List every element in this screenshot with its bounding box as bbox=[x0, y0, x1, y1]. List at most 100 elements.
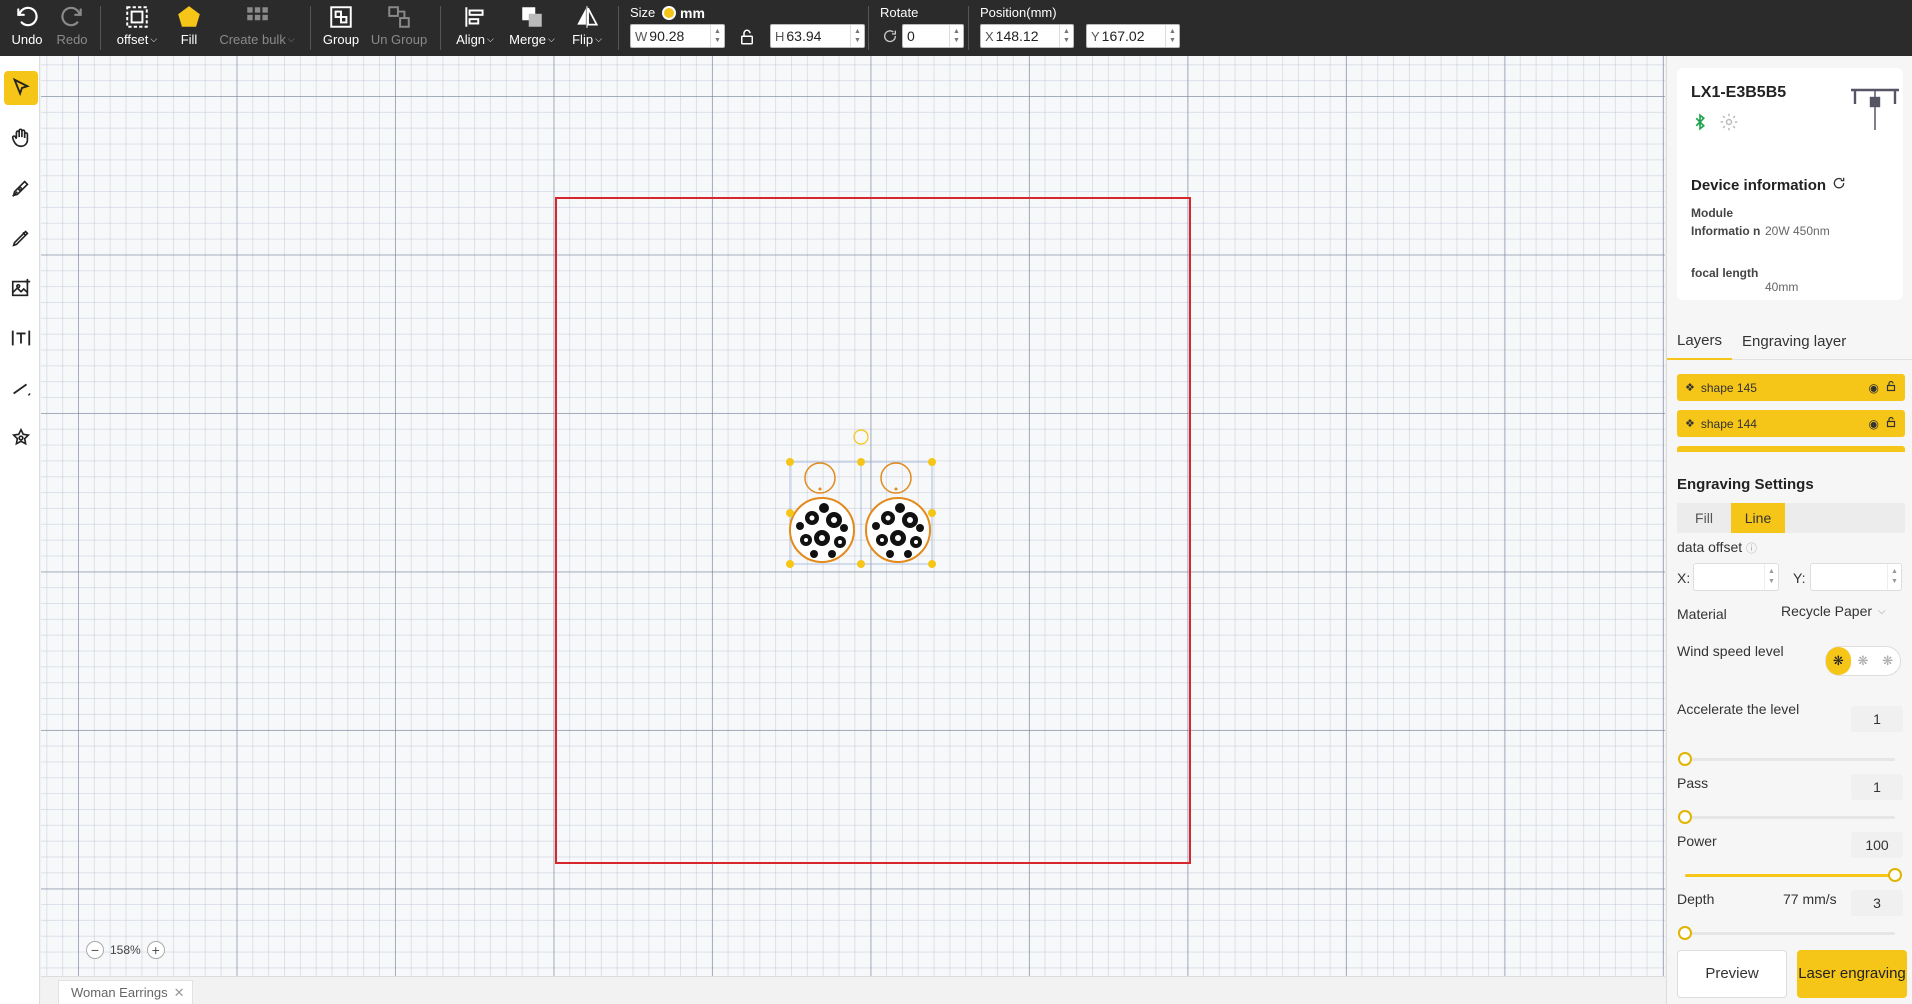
image-add-icon bbox=[11, 278, 31, 297]
depth-value[interactable]: 3 bbox=[1851, 890, 1903, 916]
close-icon[interactable]: ✕ bbox=[174, 985, 185, 1001]
unit-toggle[interactable]: mm bbox=[662, 5, 705, 21]
laser-machine-icon bbox=[1849, 84, 1901, 137]
fan-medium-icon[interactable]: ❋ bbox=[1851, 647, 1876, 675]
tab-layers[interactable]: Layers bbox=[1667, 324, 1733, 360]
fan-low-icon[interactable]: ❋ bbox=[1875, 647, 1900, 675]
merge-label: Merge bbox=[509, 32, 547, 47]
bluetooth-icon[interactable] bbox=[1691, 112, 1709, 137]
mode-tabs: Fill Line bbox=[1677, 503, 1905, 533]
wind-speed-label: Wind speed level bbox=[1677, 643, 1784, 659]
chevron-down-icon: ⌵ bbox=[150, 34, 158, 44]
text-tool[interactable] bbox=[4, 321, 38, 355]
refresh-icon[interactable] bbox=[1832, 176, 1846, 194]
hand-tool[interactable] bbox=[4, 121, 38, 155]
material-select[interactable]: Recycle Paper ⌵ bbox=[1781, 603, 1886, 619]
stepper-icon[interactable]: ▲ ▼ bbox=[710, 25, 724, 47]
pencil-tool[interactable] bbox=[4, 221, 38, 255]
accelerate-label: Accelerate the level bbox=[1677, 701, 1800, 717]
mode-fill-tab[interactable]: Fill bbox=[1677, 503, 1731, 533]
stepper-icon[interactable]: ▲ ▼ bbox=[949, 25, 963, 47]
stepper-icon[interactable]: ▲ ▼ bbox=[1887, 564, 1901, 590]
laser-engraving-button[interactable]: Laser engraving bbox=[1797, 950, 1907, 998]
position-y-input[interactable]: Y 167.02 ▲ ▼ bbox=[1086, 24, 1180, 48]
accelerate-slider[interactable] bbox=[1678, 752, 1895, 766]
stepper-icon[interactable]: ▲ ▼ bbox=[850, 25, 864, 47]
lock-icon[interactable] bbox=[1885, 416, 1897, 431]
group-icon bbox=[330, 6, 352, 28]
preview-button[interactable]: Preview bbox=[1677, 950, 1787, 998]
height-input[interactable]: H 63.94 ▲ ▼ bbox=[770, 24, 865, 48]
stepper-icon[interactable]: ▲ ▼ bbox=[1059, 25, 1073, 47]
power-value[interactable]: 100 bbox=[1851, 832, 1903, 858]
slider-handle[interactable] bbox=[1888, 868, 1902, 882]
fan-high-icon[interactable]: ❋ bbox=[1826, 647, 1851, 675]
module-info-label: Module Informatio n bbox=[1691, 206, 1761, 238]
line-tool[interactable] bbox=[4, 371, 38, 405]
offset-x-input[interactable]: ▲ ▼ bbox=[1693, 563, 1779, 591]
create-bulk-button[interactable]: Create bulk ⌵ bbox=[216, 4, 298, 52]
file-tab[interactable]: Woman Earrings ✕ bbox=[58, 980, 194, 1004]
zoom-out-button[interactable]: − bbox=[86, 941, 104, 959]
top-toolbar: Undo Redo offset ⌵ Fill Create bulk ⌵ Grou… bbox=[0, 0, 1912, 56]
pass-value[interactable]: 1 bbox=[1851, 774, 1903, 800]
depth-slider[interactable] bbox=[1678, 926, 1895, 940]
position-x-input[interactable]: X 148.12 ▲ ▼ bbox=[980, 24, 1074, 48]
layer-row[interactable]: ❖ shape 144 ◉ bbox=[1677, 410, 1905, 437]
power-label: Power bbox=[1677, 833, 1717, 849]
offset-label: offset bbox=[116, 32, 149, 47]
zoom-in-button[interactable]: + bbox=[146, 941, 165, 959]
undo-label: Undo bbox=[11, 32, 43, 47]
accelerate-value[interactable]: 1 bbox=[1851, 706, 1903, 732]
aspect-lock-icon[interactable] bbox=[738, 28, 756, 51]
size-label: Size bbox=[630, 5, 656, 20]
eye-icon[interactable]: ◉ bbox=[1869, 381, 1879, 395]
stepper-icon[interactable]: ▲ ▼ bbox=[1165, 25, 1179, 47]
shapes-icon bbox=[11, 427, 31, 446]
offset-y-label: Y: bbox=[1793, 570, 1806, 586]
shape-tool[interactable] bbox=[4, 421, 38, 455]
redo-button[interactable]: Redo bbox=[54, 4, 90, 52]
slider-handle[interactable] bbox=[1678, 810, 1692, 824]
pass-slider[interactable] bbox=[1678, 810, 1895, 824]
mode-line-tab[interactable]: Line bbox=[1731, 503, 1785, 533]
offset-button[interactable]: offset ⌵ bbox=[112, 4, 162, 52]
power-slider[interactable] bbox=[1685, 868, 1902, 882]
eye-icon[interactable]: ◉ bbox=[1869, 417, 1879, 431]
line-icon bbox=[13, 383, 31, 396]
chevron-down-icon: ⌵ bbox=[487, 34, 494, 44]
fill-button[interactable]: Fill bbox=[174, 4, 204, 52]
pen-nib-icon bbox=[12, 180, 29, 197]
offset-x-label: X: bbox=[1677, 570, 1691, 586]
tab-engraving-layer[interactable]: Engraving layer bbox=[1732, 324, 1856, 360]
offset-y-input[interactable]: ▲ ▼ bbox=[1810, 563, 1902, 591]
layer-row[interactable]: ❖ shape 145 ◉ bbox=[1677, 374, 1905, 401]
material-label: Material bbox=[1677, 606, 1727, 622]
toolbar-divider bbox=[618, 6, 619, 50]
pen-tool[interactable] bbox=[4, 171, 38, 205]
slider-handle[interactable] bbox=[1678, 752, 1692, 766]
rotate-input[interactable]: 0 ▲ ▼ bbox=[902, 24, 964, 48]
image-tool[interactable] bbox=[4, 271, 38, 305]
selected-shapes[interactable] bbox=[782, 420, 942, 575]
speed-value: 77 mm/s bbox=[1783, 891, 1837, 907]
device-card: LX1-E3B5B5 Device information Module Inf… bbox=[1677, 68, 1903, 300]
slider-handle[interactable] bbox=[1678, 926, 1692, 940]
right-panel: LX1-E3B5B5 Device information Module Inf… bbox=[1666, 56, 1912, 1004]
gear-icon[interactable] bbox=[1719, 112, 1739, 137]
select-tool[interactable] bbox=[4, 71, 38, 105]
align-button[interactable]: Align ⌵ bbox=[452, 4, 498, 52]
chevron-down-icon: ⌵ bbox=[548, 34, 555, 44]
ungroup-button[interactable]: Un Group bbox=[370, 4, 428, 52]
pass-label: Pass bbox=[1677, 775, 1709, 791]
cursor-arrow-icon bbox=[12, 77, 30, 97]
merge-button[interactable]: Merge ⌵ bbox=[506, 4, 558, 52]
group-button[interactable]: Group bbox=[322, 4, 360, 52]
lock-icon[interactable] bbox=[1885, 380, 1897, 395]
wind-speed-selector: ❋ ❋ ❋ bbox=[1825, 646, 1901, 676]
stepper-icon[interactable]: ▲ ▼ bbox=[1764, 564, 1778, 590]
help-icon[interactable]: ⓘ bbox=[1746, 543, 1757, 555]
undo-button[interactable]: Undo bbox=[8, 4, 46, 52]
flip-button[interactable]: Flip ⌵ bbox=[568, 4, 606, 52]
width-input[interactable]: W 90.28 ▲ ▼ bbox=[630, 24, 725, 48]
